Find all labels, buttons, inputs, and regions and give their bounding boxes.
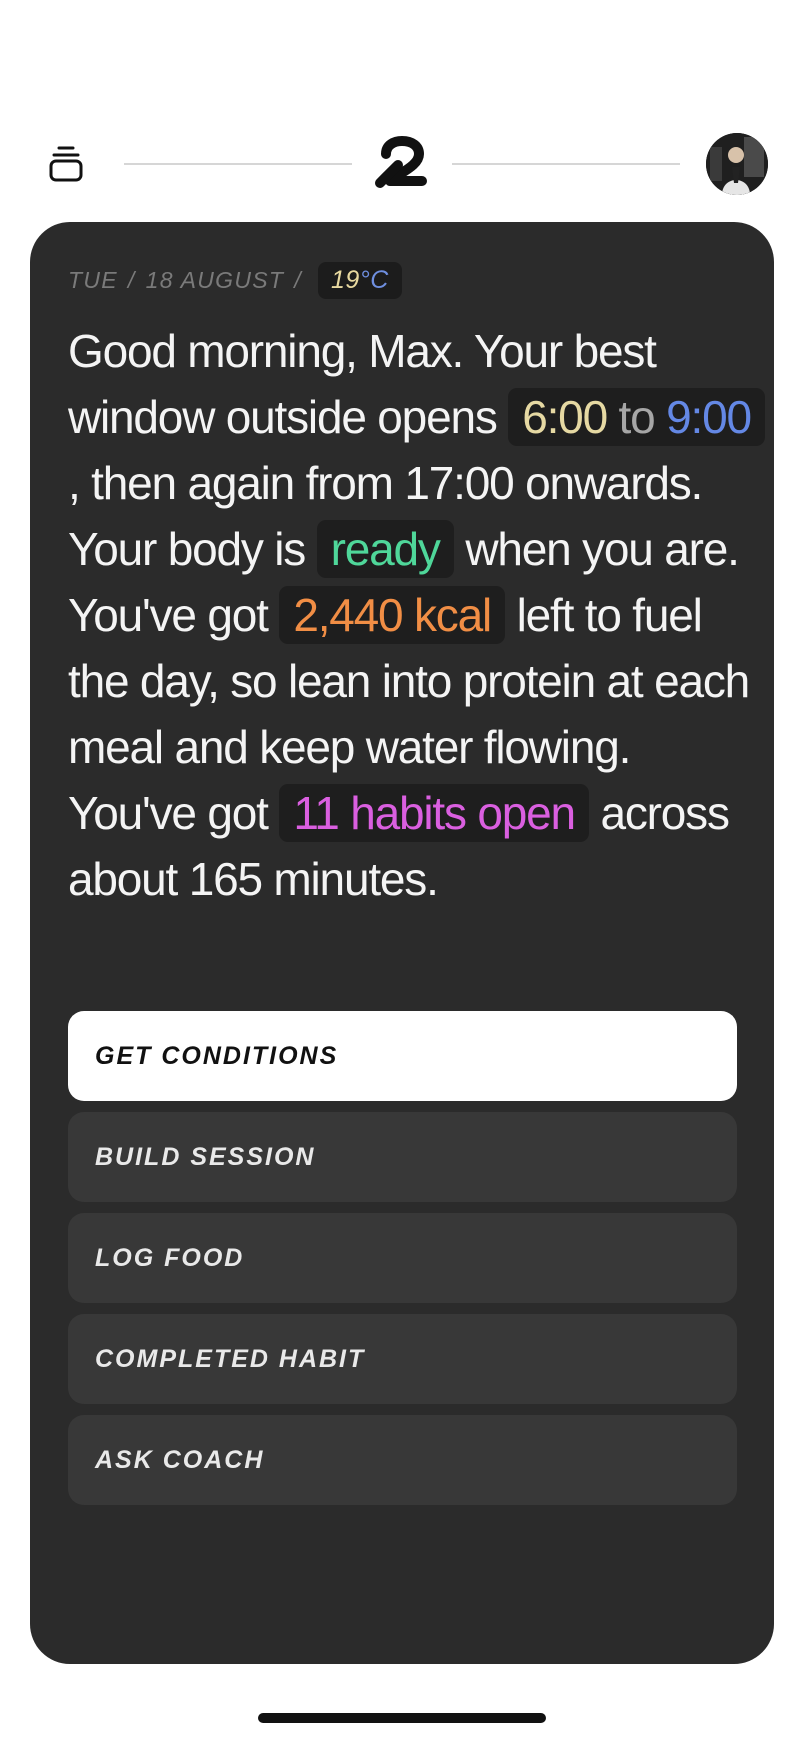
habits-chip: 11 habits open [279,784,589,842]
window-start-time: 6:00 [522,391,608,443]
readiness-chip: ready [316,520,454,578]
brand-logo-icon[interactable] [372,136,432,192]
get-conditions-button[interactable]: GET CONDITIONS [68,1011,737,1101]
ask-coach-button[interactable]: ASK COACH [68,1415,737,1505]
date-separator: / [294,266,302,293]
temperature-unit: °C [359,265,389,294]
daily-briefing-card: TUE / 18 AUGUST / 19°C Good morning, Max… [30,222,774,1664]
stack-icon[interactable] [44,142,88,186]
temperature-badge: 19°C [317,261,402,299]
action-list: GET CONDITIONS BUILD SESSION LOG FOOD CO… [68,1011,737,1516]
top-bar [0,118,804,208]
divider-line-left [124,163,352,165]
temperature-value: 19 [330,265,360,294]
completed-habit-button[interactable]: COMPLETED HABIT [68,1314,737,1404]
window-end-time: 9:00 [666,391,752,443]
window-to-label: to [618,391,656,443]
date-label: 18 AUGUST [145,266,285,293]
divider-line-right [452,163,680,165]
user-avatar[interactable] [706,133,768,195]
calories-chip: 2,440 kcal [279,586,506,644]
date-separator: / [127,266,136,293]
briefing-text: Good morning, Max. Your best window outs… [68,318,768,912]
date-line: TUE / 18 AUGUST / 19°C [68,260,402,300]
time-window-chip: 6:00 to 9:00 [508,388,765,446]
build-session-button[interactable]: BUILD SESSION [68,1112,737,1202]
day-label: TUE [68,266,118,293]
log-food-button[interactable]: LOG FOOD [68,1213,737,1303]
home-indicator[interactable] [258,1713,546,1723]
